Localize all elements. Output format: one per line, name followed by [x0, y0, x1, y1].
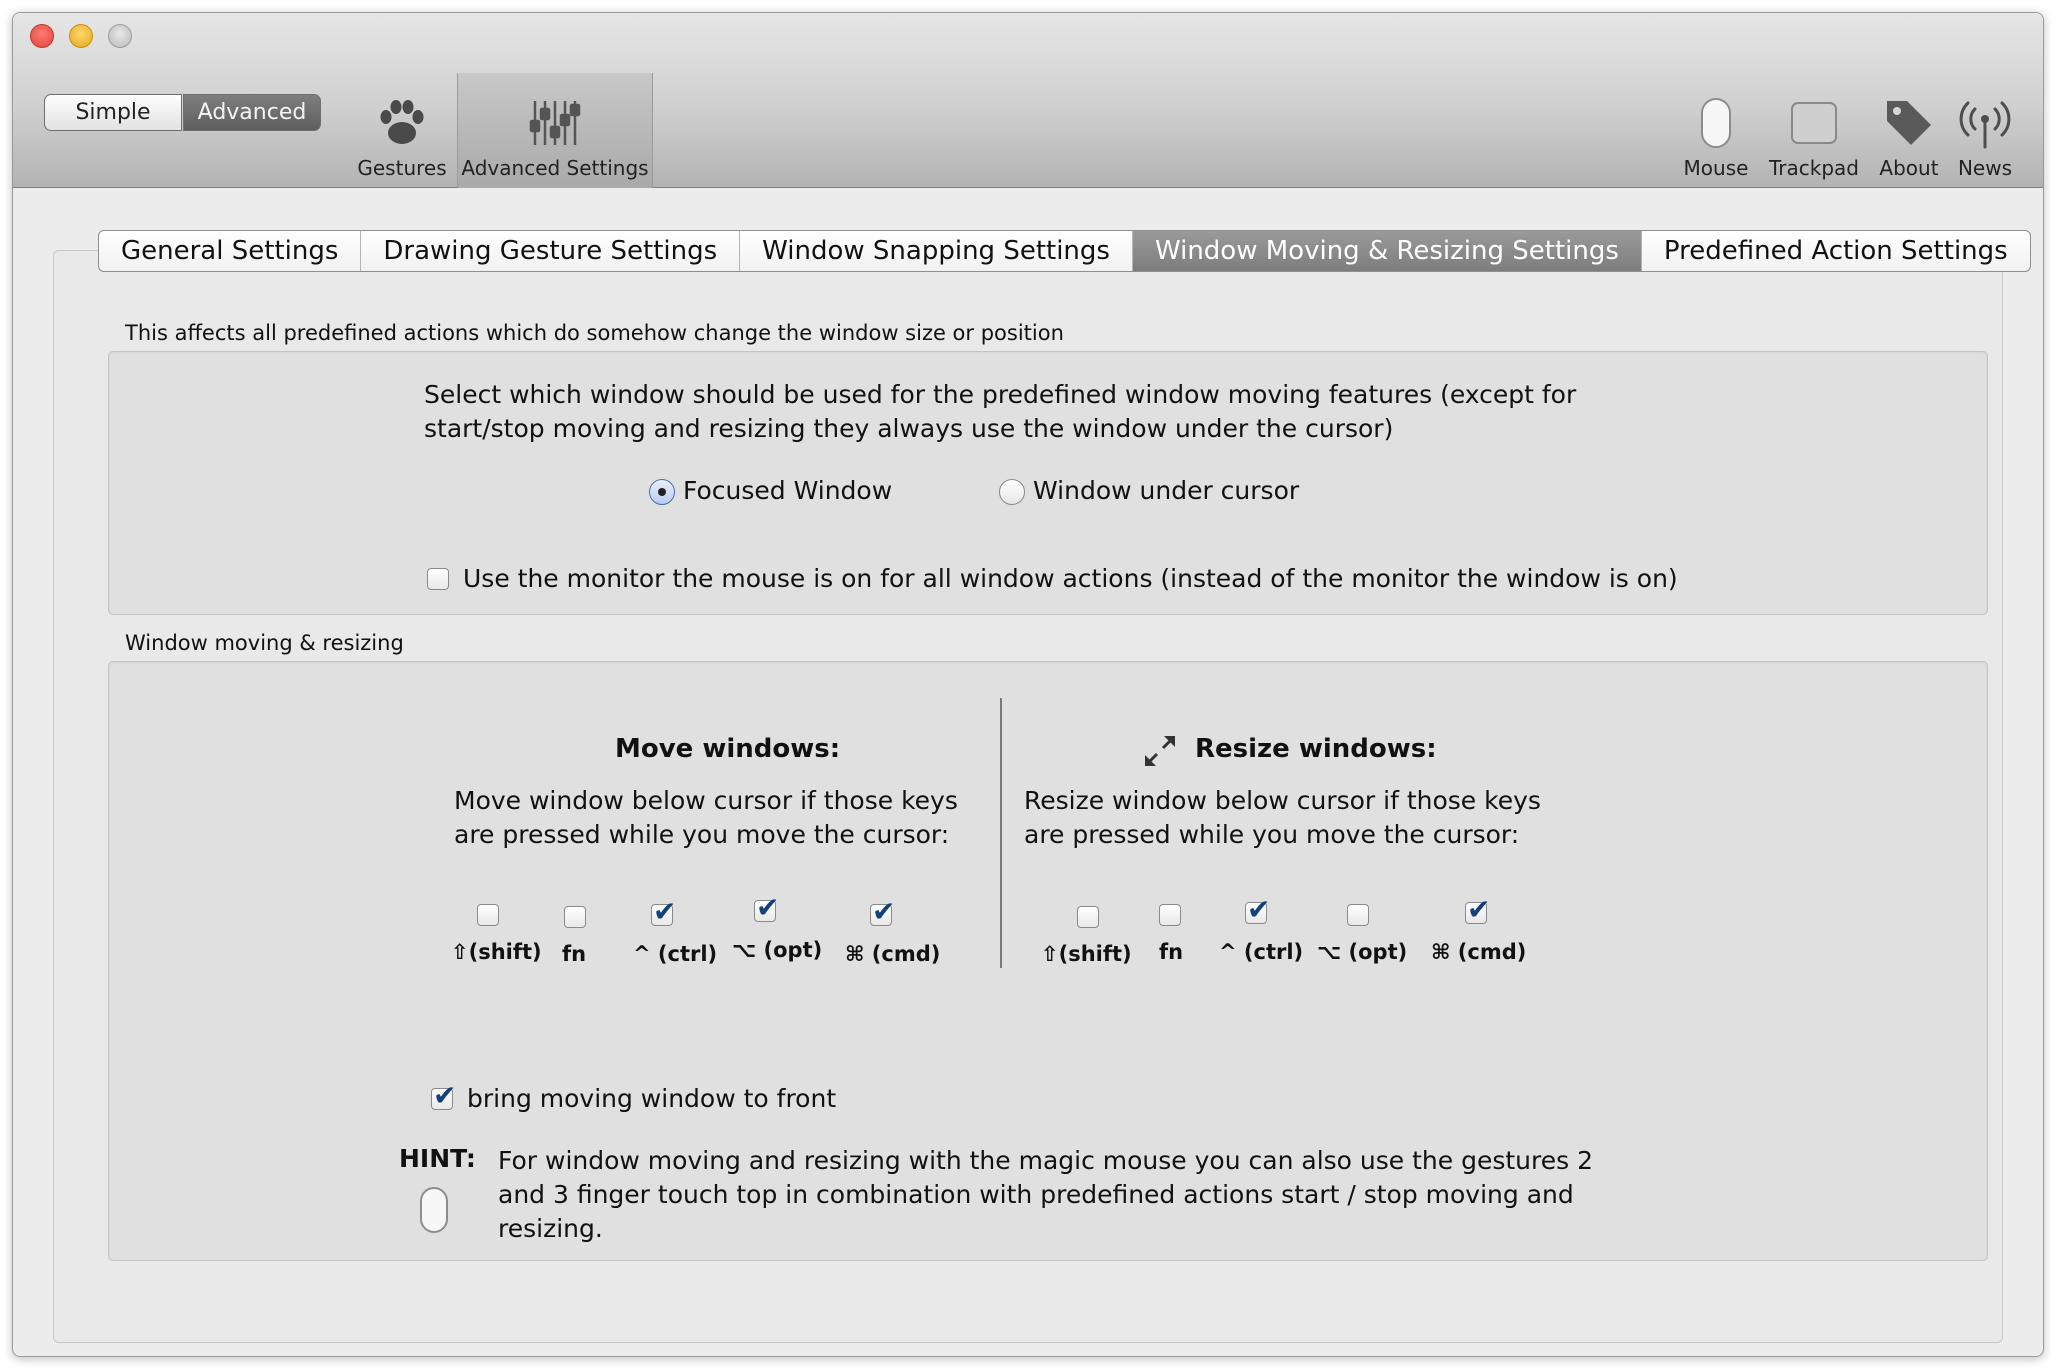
app-window: Simple Advanced Gestures Advanced Settin… — [12, 12, 2044, 1357]
toolbar: Simple Advanced Gestures Advanced Settin… — [13, 13, 2043, 188]
focused-window-label[interactable]: Focused Window — [683, 476, 892, 505]
toolbar-item-mouse[interactable]: Mouse — [1673, 73, 1759, 188]
resize-opt-label: ⌥ (opt) — [1317, 940, 1408, 964]
zoom-button[interactable] — [108, 24, 132, 48]
move-fn-label: fn — [562, 942, 587, 966]
resize-ctrl-checkbox[interactable] — [1245, 893, 1270, 926]
settings-tab-bar: General Settings Drawing Gesture Setting… — [98, 230, 2031, 272]
resize-opt-checkbox[interactable] — [1347, 904, 1369, 926]
move-ctrl-label: ^ (ctrl) — [633, 942, 718, 966]
window-target-group: Select which window should be used for t… — [108, 351, 1988, 615]
window-under-cursor-label[interactable]: Window under cursor — [1033, 476, 1299, 505]
focused-window-radio[interactable] — [649, 479, 675, 505]
window-target-description-line2: start/stop moving and resizing they alwa… — [424, 414, 1394, 443]
resize-ctrl-label: ^ (ctrl) — [1219, 940, 1304, 964]
toolbar-item-label: About — [1879, 156, 1939, 180]
resize-shift-label: ⇧(shift) — [1041, 942, 1132, 966]
resize-arrows-icon — [1143, 734, 1177, 772]
resize-fn-label: fn — [1159, 940, 1184, 964]
moving-resizing-section-label: Window moving & resizing — [125, 631, 404, 655]
move-opt-checkbox[interactable] — [754, 891, 779, 924]
toolbar-item-gestures[interactable]: Gestures — [347, 73, 457, 188]
hint-title: HINT: — [399, 1144, 476, 1173]
tab-window-snapping-settings[interactable]: Window Snapping Settings — [740, 231, 1133, 271]
tab-predefined-action-settings[interactable]: Predefined Action Settings — [1642, 231, 2030, 271]
toolbar-item-advanced-settings[interactable]: Advanced Settings — [457, 73, 653, 188]
bring-to-front-label[interactable]: bring moving window to front — [467, 1084, 836, 1113]
move-fn-checkbox[interactable] — [564, 906, 586, 928]
sliders-icon — [527, 95, 583, 156]
tab-drawing-gesture-settings[interactable]: Drawing Gesture Settings — [361, 231, 741, 271]
toolbar-item-label: News — [1957, 156, 2013, 180]
resize-windows-desc-line2: are pressed while you move the cursor: — [1024, 820, 1520, 849]
magic-mouse-icon — [1694, 95, 1738, 156]
trackpad-icon — [1786, 95, 1842, 156]
window-target-description-line1: Select which window should be used for t… — [424, 380, 1577, 409]
paw-icon — [374, 95, 430, 156]
window-target-section-label: This affects all predefined actions whic… — [125, 321, 1064, 345]
close-button[interactable] — [30, 24, 54, 48]
magic-mouse-icon — [417, 1186, 451, 1238]
tag-icon — [1881, 95, 1937, 156]
window-under-cursor-radio[interactable] — [999, 479, 1025, 505]
move-cmd-checkbox[interactable] — [870, 895, 895, 928]
move-windows-desc-line1: Move window below cursor if those keys — [454, 786, 958, 815]
advanced-mode-button[interactable]: Advanced — [183, 94, 321, 131]
move-shift-label: ⇧(shift) — [451, 940, 542, 964]
resize-windows-desc-line1: Resize window below cursor if those keys — [1024, 786, 1541, 815]
column-divider — [1000, 698, 1002, 968]
simple-mode-button[interactable]: Simple — [44, 94, 182, 131]
hint-line1: For window moving and resizing with the … — [498, 1146, 1593, 1175]
toolbar-item-label: Mouse — [1683, 156, 1749, 180]
resize-cmd-checkbox[interactable] — [1465, 893, 1490, 926]
moving-resizing-group: Move windows: Move window below cursor i… — [108, 661, 1988, 1261]
move-shift-checkbox[interactable] — [477, 904, 499, 926]
resize-fn-checkbox[interactable] — [1159, 904, 1181, 926]
toolbar-item-trackpad[interactable]: Trackpad — [1759, 73, 1869, 188]
toolbar-item-label: Advanced Settings — [461, 156, 649, 180]
toolbar-item-about[interactable]: About — [1869, 73, 1949, 188]
mode-segmented-control: Simple Advanced — [44, 94, 321, 131]
bring-to-front-checkbox[interactable] — [431, 1079, 456, 1112]
minimize-button[interactable] — [69, 24, 93, 48]
move-windows-title: Move windows: — [615, 734, 841, 764]
broadcast-icon — [1957, 95, 2013, 156]
toolbar-item-label: Trackpad — [1769, 156, 1859, 180]
tab-general-settings[interactable]: General Settings — [99, 231, 362, 271]
tab-window-moving-resizing-settings[interactable]: Window Moving & Resizing Settings — [1132, 231, 1642, 271]
move-opt-label: ⌥ (opt) — [732, 938, 823, 962]
move-ctrl-checkbox[interactable] — [651, 895, 676, 928]
resize-windows-title: Resize windows: — [1195, 734, 1437, 764]
resize-cmd-label: ⌘ (cmd) — [1431, 940, 1527, 964]
use-mouse-monitor-checkbox[interactable] — [427, 568, 449, 590]
hint-line2: and 3 finger touch top in combination wi… — [498, 1180, 1574, 1209]
toolbar-item-label: Gestures — [357, 156, 447, 180]
move-cmd-label: ⌘ (cmd) — [845, 942, 941, 966]
resize-shift-checkbox[interactable] — [1077, 906, 1099, 928]
toolbar-item-news[interactable]: News — [1949, 73, 2021, 188]
use-mouse-monitor-label[interactable]: Use the monitor the mouse is on for all … — [463, 564, 1678, 593]
hint-line3: resizing. — [498, 1214, 603, 1243]
move-windows-desc-line2: are pressed while you move the cursor: — [454, 820, 950, 849]
